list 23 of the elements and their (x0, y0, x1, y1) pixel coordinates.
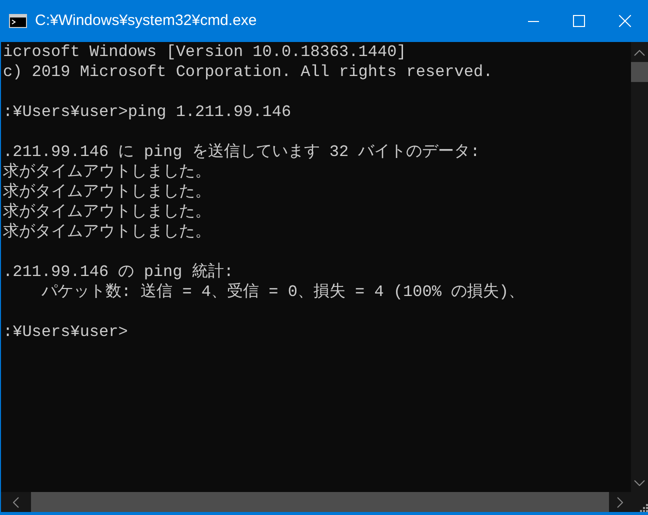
close-icon (619, 15, 631, 27)
horizontal-scroll-thumb[interactable] (31, 492, 609, 512)
console-app-icon (9, 14, 27, 28)
console-line: 求がタイムアウトしました。 (3, 222, 212, 242)
console-line: :¥Users¥user> (3, 322, 129, 342)
scroll-thumb[interactable] (631, 62, 648, 82)
console-line: c) 2019 Microsoft Corporation. All rights reserved. (3, 62, 494, 82)
console-line: .211.99.146 の ping 統計: (3, 262, 234, 282)
scroll-down-icon[interactable] (634, 480, 645, 486)
maximize-icon (573, 15, 585, 27)
scroll-left-icon[interactable] (13, 496, 19, 508)
console-line: 求がタイムアウトしました。 (3, 162, 212, 182)
window-title: C:¥Windows¥system32¥cmd.exe (35, 10, 257, 31)
console-line: :¥Users¥user>ping 1.211.99.146 (3, 102, 292, 122)
vertical-scrollbar[interactable] (631, 42, 648, 492)
console-line: icrosoft Windows [Version 10.0.18363.1440] (3, 42, 408, 62)
scroll-right-icon[interactable] (617, 496, 623, 508)
resize-grip-icon[interactable] (638, 502, 648, 512)
scroll-up-icon[interactable] (634, 50, 645, 56)
console-line: 求がタイムアウトしました。 (3, 202, 212, 222)
console-line: 求がタイムアウトしました。 (3, 182, 212, 202)
console-line: .211.99.146 に ping を送信しています 32 バイトのデータ: (3, 142, 481, 162)
console-line: パケット数: 送信 = 4、受信 = 0、損失 = 4 (100% の損失)、 (40, 282, 526, 302)
